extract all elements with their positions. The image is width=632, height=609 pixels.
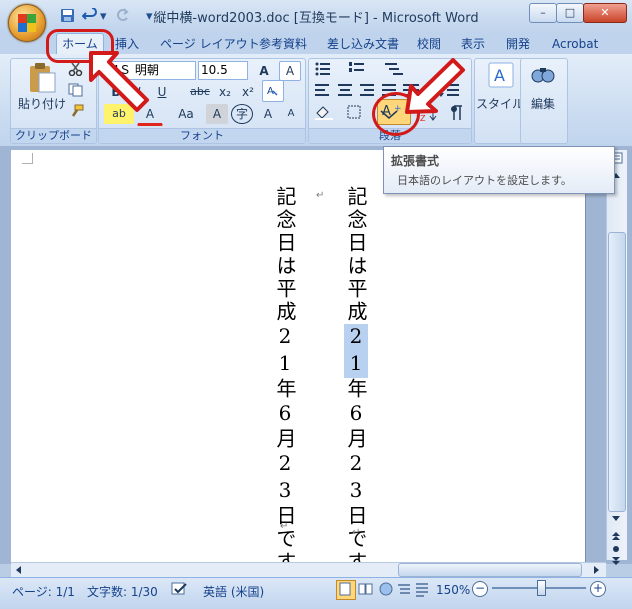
proofing-icon[interactable] — [170, 581, 190, 600]
next-page-icon[interactable] — [610, 555, 622, 569]
align-center-icon[interactable] — [336, 82, 354, 101]
paste-icon[interactable] — [22, 62, 62, 94]
find-icon[interactable] — [530, 62, 556, 91]
grow-font-button[interactable]: A — [253, 61, 275, 81]
styles-icon[interactable]: A — [488, 62, 514, 91]
tooltip-title: 拡張書式 — [391, 154, 440, 168]
annotation-arrow-asian-layout — [405, 58, 465, 114]
language-indicator[interactable]: 英語 (米国) — [203, 583, 264, 600]
svg-text:A: A — [494, 66, 505, 85]
vertical-scroll-thumb[interactable] — [608, 232, 626, 512]
font-group-label: フォント — [99, 128, 305, 143]
editing-button[interactable]: 編集 — [520, 95, 566, 112]
zoom-slider-thumb[interactable] — [537, 580, 546, 596]
clipboard-group-label: クリップボード — [11, 128, 96, 143]
zoom-level[interactable]: 150% — [436, 583, 470, 597]
draft-view-icon[interactable] — [414, 581, 430, 600]
shrink-font-button-2[interactable]: A — [280, 104, 302, 124]
paste-button[interactable]: 貼り付け — [18, 95, 66, 112]
tooltip-body: 日本語のレイアウトを設定します。 — [397, 174, 572, 187]
tab-view[interactable]: 表示 — [461, 35, 485, 53]
cut-icon[interactable] — [68, 62, 84, 79]
tab-developer[interactable]: 開発 — [506, 35, 530, 53]
page-corner-mark — [22, 153, 33, 164]
tab-review[interactable]: 校閲 — [417, 35, 441, 53]
shading-icon[interactable] — [314, 104, 338, 123]
zoom-out-button[interactable]: − — [472, 581, 488, 597]
tab-page-layout[interactable]: ページ レイアウト — [160, 35, 260, 53]
superscript-button[interactable]: x² — [237, 82, 259, 102]
vertical-text-column-2[interactable]: 記念日は平成21年6月23日です。 — [272, 186, 298, 597]
outline-view-icon[interactable] — [396, 581, 412, 600]
align-left-icon[interactable] — [314, 82, 332, 101]
horizontal-scroll-thumb[interactable] — [398, 563, 582, 577]
maximize-button[interactable]: □ — [556, 3, 584, 23]
format-painter-icon[interactable] — [68, 104, 84, 121]
copy-icon[interactable] — [68, 83, 84, 100]
annotation-arrow-home — [89, 51, 149, 112]
ruby-icon[interactable]: A — [262, 80, 284, 102]
minimize-button[interactable]: – — [529, 3, 557, 23]
scroll-left-icon[interactable] — [14, 564, 24, 578]
styles-button[interactable]: スタイル — [474, 95, 526, 112]
document-page[interactable] — [11, 150, 586, 562]
full-screen-reading-view-icon[interactable] — [358, 581, 374, 600]
borders-icon[interactable] — [346, 104, 366, 123]
print-layout-view-icon[interactable] — [336, 580, 356, 600]
shrink-font-button[interactable]: A — [279, 61, 301, 81]
tab-acrobat[interactable]: Acrobat — [552, 35, 598, 53]
paragraph-mark: ↵ — [352, 527, 361, 538]
strikethrough-button[interactable]: abc — [186, 82, 214, 102]
subscript-button[interactable]: x₂ — [213, 82, 237, 102]
change-case-button[interactable]: Aa — [170, 104, 202, 124]
tooltip: 拡張書式 日本語のレイアウトを設定します。 — [383, 146, 615, 194]
character-shading-button[interactable]: A — [206, 104, 228, 124]
text-pre: 記念日は平成 — [344, 186, 368, 324]
tab-mailings[interactable]: 差し込み文書 — [327, 35, 399, 53]
previous-page-icon[interactable] — [610, 530, 622, 544]
scroll-right-icon[interactable] — [591, 564, 601, 578]
page-count[interactable]: ページ: 1/1 — [12, 583, 75, 600]
paragraph-mark: ↵ — [280, 521, 289, 532]
bullets-icon[interactable] — [314, 61, 344, 80]
scroll-down-icon[interactable] — [610, 512, 622, 526]
office-button[interactable] — [8, 4, 46, 42]
font-size-box[interactable]: 10.5 — [198, 61, 248, 80]
zoom-in-button[interactable]: + — [590, 581, 606, 597]
numbering-icon[interactable] — [348, 61, 378, 80]
highlighted-number: 21 — [344, 324, 368, 378]
paragraph-mark: ↵ — [316, 190, 325, 201]
close-button[interactable]: ✕ — [583, 3, 627, 23]
enclose-characters-button[interactable]: 字 — [231, 104, 253, 124]
align-right-icon[interactable] — [358, 82, 376, 101]
grow-font-button-2[interactable]: A — [257, 104, 279, 124]
word-count[interactable]: 文字数: 1/30 — [87, 583, 158, 600]
web-layout-view-icon[interactable] — [378, 581, 394, 600]
office-logo-icon — [18, 14, 36, 32]
tab-references[interactable]: 参考資料 — [259, 35, 307, 53]
